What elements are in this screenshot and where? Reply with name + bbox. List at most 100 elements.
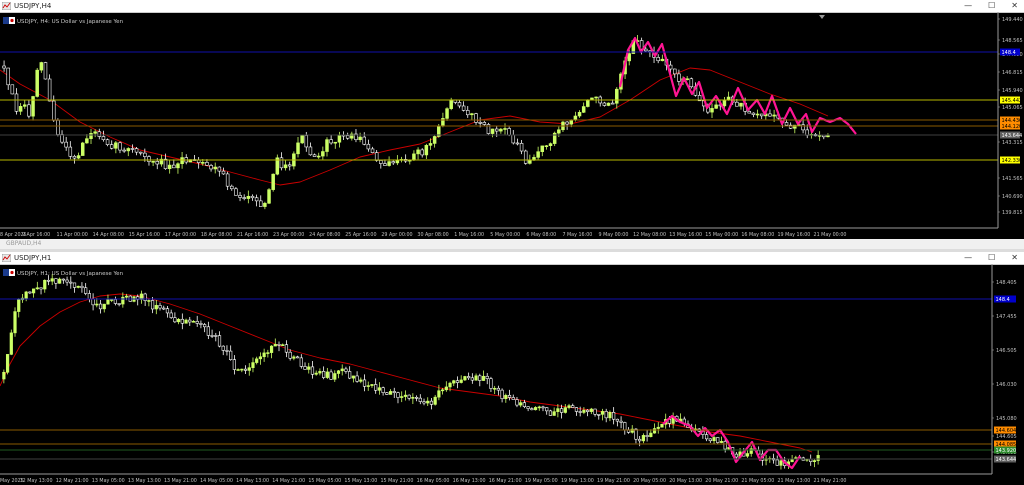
candle (97, 131, 102, 137)
candle (422, 401, 426, 404)
maximize-icon[interactable]: ☐ (988, 252, 995, 264)
candle (755, 113, 760, 116)
candle (243, 368, 248, 371)
candle (39, 62, 44, 71)
candle (60, 134, 64, 143)
candle (540, 145, 545, 152)
candle (58, 278, 62, 284)
candle (374, 384, 378, 391)
price-scale-label: 146.030 (996, 382, 1017, 388)
candle (582, 409, 586, 413)
price-level-tag-text: 143.644 (1002, 133, 1023, 139)
price-scale-label: 145.065 (1002, 105, 1023, 111)
candle (154, 305, 158, 310)
candle (225, 350, 229, 352)
time-scale-label: 12 May 08:00 (633, 232, 666, 238)
candle (557, 129, 561, 134)
candle (214, 335, 218, 337)
candle (76, 285, 80, 288)
close-icon[interactable]: ✕ (1011, 0, 1018, 12)
candle (5, 354, 10, 373)
candle (370, 384, 374, 386)
candle (412, 153, 416, 161)
candle (685, 78, 689, 81)
time-scale-label: 21 May 21:00 (814, 478, 847, 484)
maximize-icon[interactable]: ☐ (988, 0, 995, 12)
candle (221, 345, 225, 351)
candle (606, 102, 611, 106)
time-scale-label: 15 Apr 16:00 (129, 232, 160, 238)
shift-marker-icon[interactable] (819, 15, 825, 19)
candle (749, 448, 753, 454)
candle (292, 356, 296, 359)
candle (165, 308, 170, 314)
candle (638, 438, 642, 442)
candle (377, 387, 381, 391)
candle (467, 376, 471, 379)
candle (416, 149, 420, 155)
candle (589, 408, 593, 412)
candle (84, 287, 88, 294)
candle (158, 305, 162, 309)
candle (209, 165, 213, 170)
candle (303, 366, 307, 370)
candle (242, 197, 246, 199)
candle (56, 120, 60, 135)
candle (9, 332, 13, 355)
candle (403, 394, 408, 397)
candle (482, 122, 487, 125)
time-scale-label: 24 Apr 08:00 (309, 232, 340, 238)
candle (641, 435, 645, 442)
candle (329, 139, 333, 144)
close-icon[interactable]: ✕ (1011, 252, 1018, 264)
candle (27, 104, 31, 117)
candle (396, 392, 400, 398)
candle (345, 135, 350, 139)
candle (39, 287, 43, 290)
candle (577, 112, 582, 117)
minimize-icon[interactable]: — (964, 0, 972, 12)
candle (459, 379, 463, 383)
candle (230, 185, 234, 190)
time-scale-label: 18 Apr 08:00 (201, 232, 232, 238)
price-level-tag-text: 144.604 (996, 428, 1017, 434)
candle (414, 397, 419, 399)
candle (80, 285, 84, 289)
candle (76, 155, 81, 159)
candle (619, 420, 623, 423)
candle (251, 362, 255, 368)
price-scale-label: 145.080 (996, 416, 1017, 422)
candle (240, 368, 244, 371)
candle (429, 400, 434, 405)
candle (723, 441, 727, 450)
candle (704, 434, 709, 440)
candle (660, 423, 664, 428)
time-scale-label: 13 May 21:00 (164, 478, 197, 484)
price-scale-label: 139.815 (1002, 210, 1023, 216)
candle (627, 53, 631, 62)
candle (35, 287, 39, 290)
candle (428, 143, 433, 146)
candle (106, 299, 110, 305)
time-scale-label: 16 May 08:00 (741, 232, 774, 238)
price-scale-label: 145.940 (1002, 88, 1023, 94)
time-scale-label: 1 May 16:00 (454, 232, 484, 238)
price-level-tag-text: 144.120 (1002, 124, 1023, 130)
candle (122, 149, 126, 152)
chart-window-h4[interactable]: USDJPY,H4 — ☐ ✕ USDJPY, H4: US Dollar vs… (0, 0, 1024, 239)
background-window-title[interactable]: GBPAUD,H4 (0, 239, 1024, 249)
candle (358, 136, 362, 141)
candle (267, 189, 271, 204)
candle (470, 113, 474, 116)
time-scale-label: 20 May 05:00 (633, 478, 666, 484)
candle (812, 460, 817, 462)
candle (236, 369, 240, 371)
chart-window-h1[interactable]: USDJPY,H1 — ☐ ✕ USDJPY, H1: US Dollar vs… (0, 252, 1024, 485)
candle (441, 389, 445, 392)
minimize-icon[interactable]: — (964, 252, 972, 264)
symbol-flag-icon (3, 17, 15, 24)
candle (489, 378, 493, 389)
price-chart-h4[interactable]: USDJPY, H4: US Dollar vs Japanese Yen 14… (0, 12, 1024, 239)
candle (528, 159, 532, 164)
price-chart-h1[interactable]: USDJPY, H1: US Dollar vs Japanese Yen 14… (0, 264, 1024, 485)
